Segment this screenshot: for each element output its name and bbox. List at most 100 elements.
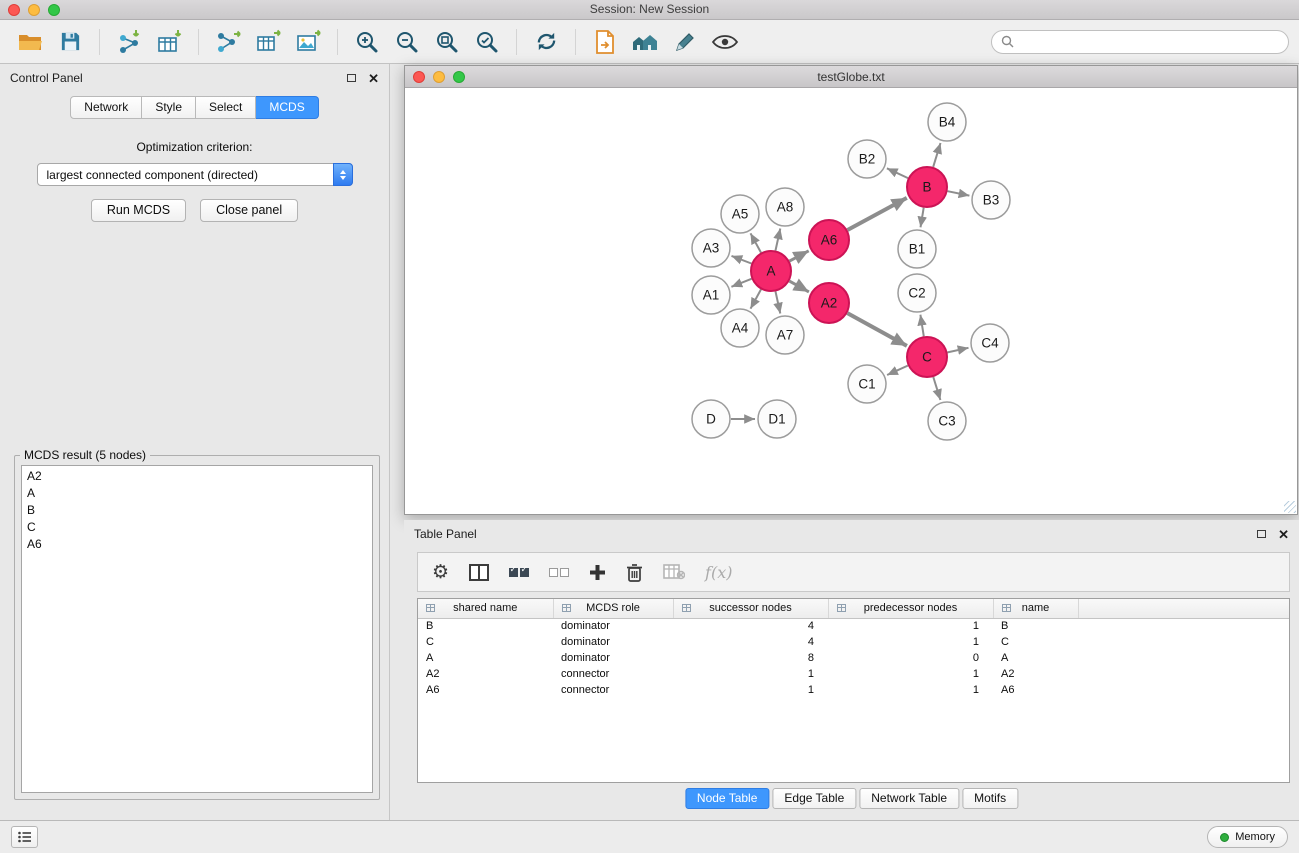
tab-mcds[interactable]: MCDS — [256, 96, 318, 119]
import-network-button[interactable] — [109, 24, 149, 60]
table-row[interactable]: Adominator80A — [418, 650, 1289, 666]
graph-node-A4[interactable]: A4 — [721, 309, 759, 347]
zoom-in-button[interactable] — [347, 24, 387, 60]
graph-node-A6[interactable]: A6 — [809, 220, 849, 260]
graph-edge-A6-B[interactable] — [848, 198, 907, 230]
table-row[interactable]: Bdominator41B — [418, 618, 1289, 634]
graph-edge-C-C3[interactable] — [933, 377, 940, 400]
graph-node-C2[interactable]: C2 — [898, 274, 936, 312]
column-header-successor-nodes[interactable]: successor nodes — [673, 599, 828, 618]
task-history-button[interactable] — [11, 826, 38, 848]
tab-network-table[interactable]: Network Table — [859, 788, 959, 809]
tab-motifs[interactable]: Motifs — [962, 788, 1018, 809]
memory-button[interactable]: Memory — [1207, 826, 1288, 848]
unselect-all-columns-icon[interactable] — [549, 568, 569, 577]
mcds-result-item[interactable]: A — [22, 485, 372, 502]
column-header-name[interactable]: name — [993, 599, 1078, 618]
graph-node-C3[interactable]: C3 — [928, 402, 966, 440]
export-network-button[interactable] — [208, 24, 248, 60]
export-image-button[interactable] — [288, 24, 328, 60]
first-neighbors-button[interactable] — [585, 24, 625, 60]
graph-edge-B-B4[interactable] — [933, 143, 940, 167]
graph-node-B3[interactable]: B3 — [972, 181, 1010, 219]
graph-node-A3[interactable]: A3 — [692, 229, 730, 267]
graph-edge-A-A6[interactable] — [790, 251, 809, 261]
graph-edge-C-C4[interactable] — [948, 348, 969, 353]
graph-node-A2[interactable]: A2 — [809, 283, 849, 323]
import-table-button[interactable] — [149, 24, 189, 60]
graph-node-A8[interactable]: A8 — [766, 188, 804, 226]
mcds-result-list[interactable]: A2ABCA6 — [21, 465, 373, 793]
graph-node-B2[interactable]: B2 — [848, 140, 886, 178]
show-columns-icon[interactable] — [469, 564, 489, 581]
graph-edge-B-B2[interactable] — [887, 168, 908, 178]
tab-select[interactable]: Select — [196, 96, 256, 119]
graph-edge-A-A4[interactable] — [751, 289, 762, 308]
graph-node-C1[interactable]: C1 — [848, 365, 886, 403]
graph-edge-A-A7[interactable] — [776, 292, 781, 314]
criterion-dropdown[interactable]: largest connected component (directed) — [37, 163, 353, 186]
search-input[interactable] — [1020, 35, 1279, 49]
window-resize-grip[interactable] — [1284, 501, 1296, 513]
network-close-button[interactable] — [413, 71, 425, 83]
apply-style-button[interactable] — [665, 24, 705, 60]
graph-edge-A-A8[interactable] — [776, 229, 781, 251]
network-graph[interactable]: A A6 A2 B C A5A8 A3 A1A4A7 B2 B4 B3 B1 C2 C4 C1 C3 D D1 — [405, 89, 1297, 514]
graph-edge-B-B3[interactable] — [948, 191, 970, 195]
zoom-out-button[interactable] — [387, 24, 427, 60]
tab-style[interactable]: Style — [142, 96, 196, 119]
graph-node-C4[interactable]: C4 — [971, 324, 1009, 362]
graph-node-D[interactable]: D — [692, 400, 730, 438]
float-panel-icon[interactable] — [347, 74, 356, 82]
graph-edge-A-A1[interactable] — [731, 279, 751, 287]
graph-edge-A-A2[interactable] — [789, 281, 809, 292]
tab-network[interactable]: Network — [70, 96, 142, 119]
table-row[interactable]: Cdominator41C — [418, 634, 1289, 650]
mcds-result-item[interactable]: A2 — [22, 468, 372, 485]
graph-edge-C-C2[interactable] — [920, 315, 923, 337]
mcds-result-item[interactable]: B — [22, 502, 372, 519]
mcds-result-item[interactable]: C — [22, 519, 372, 536]
zoom-selected-button[interactable] — [467, 24, 507, 60]
graph-edge-A2-C[interactable] — [847, 313, 907, 346]
graph-edge-A-A5[interactable] — [751, 233, 762, 252]
table-settings-gear-icon[interactable]: ⚙ — [432, 563, 449, 582]
graph-node-A[interactable]: A — [751, 251, 791, 291]
graph-edge-B-B1[interactable] — [921, 208, 924, 228]
node-table[interactable]: shared nameMCDS rolesuccessor nodesprede… — [417, 598, 1290, 783]
create-column-plus-icon[interactable] — [589, 564, 606, 581]
column-header-MCDS-role[interactable]: MCDS role — [553, 599, 673, 618]
table-row[interactable]: A2connector11A2 — [418, 666, 1289, 682]
network-minimize-button[interactable] — [433, 71, 445, 83]
column-header-predecessor-nodes[interactable]: predecessor nodes — [828, 599, 993, 618]
graph-edge-A-A3[interactable] — [732, 256, 752, 264]
refresh-view-button[interactable] — [526, 24, 566, 60]
table-row[interactable]: A6connector11A6 — [418, 682, 1289, 698]
tab-edge-table[interactable]: Edge Table — [772, 788, 856, 809]
graph-node-B[interactable]: B — [907, 167, 947, 207]
network-canvas[interactable]: A A6 A2 B C A5A8 A3 A1A4A7 B2 B4 B3 B1 C2 C4 C1 C3 D D1 — [405, 89, 1297, 514]
close-panel-button[interactable]: Close panel — [200, 199, 298, 222]
tab-node-table[interactable]: Node Table — [685, 788, 770, 809]
save-session-button[interactable] — [50, 24, 90, 60]
graph-node-B4[interactable]: B4 — [928, 103, 966, 141]
close-panel-icon[interactable]: ✕ — [368, 72, 379, 85]
graph-node-A1[interactable]: A1 — [692, 276, 730, 314]
graph-node-C[interactable]: C — [907, 337, 947, 377]
select-all-columns-icon[interactable] — [509, 568, 529, 577]
graph-node-A7[interactable]: A7 — [766, 316, 804, 354]
delete-column-trash-icon[interactable] — [626, 563, 643, 582]
float-table-panel-icon[interactable] — [1257, 530, 1266, 538]
graph-node-A5[interactable]: A5 — [721, 195, 759, 233]
zoom-fit-button[interactable] — [427, 24, 467, 60]
mcds-result-item[interactable]: A6 — [22, 536, 372, 553]
network-zoom-button[interactable] — [453, 71, 465, 83]
column-header-shared-name[interactable]: shared name — [418, 599, 553, 618]
graph-node-B1[interactable]: B1 — [898, 230, 936, 268]
export-table-button[interactable] — [248, 24, 288, 60]
close-table-panel-icon[interactable]: ✕ — [1278, 528, 1289, 541]
graph-node-D1[interactable]: D1 — [758, 400, 796, 438]
show-hide-graphics-button[interactable] — [705, 24, 745, 60]
run-mcds-button[interactable]: Run MCDS — [91, 199, 186, 222]
open-session-button[interactable] — [10, 24, 50, 60]
